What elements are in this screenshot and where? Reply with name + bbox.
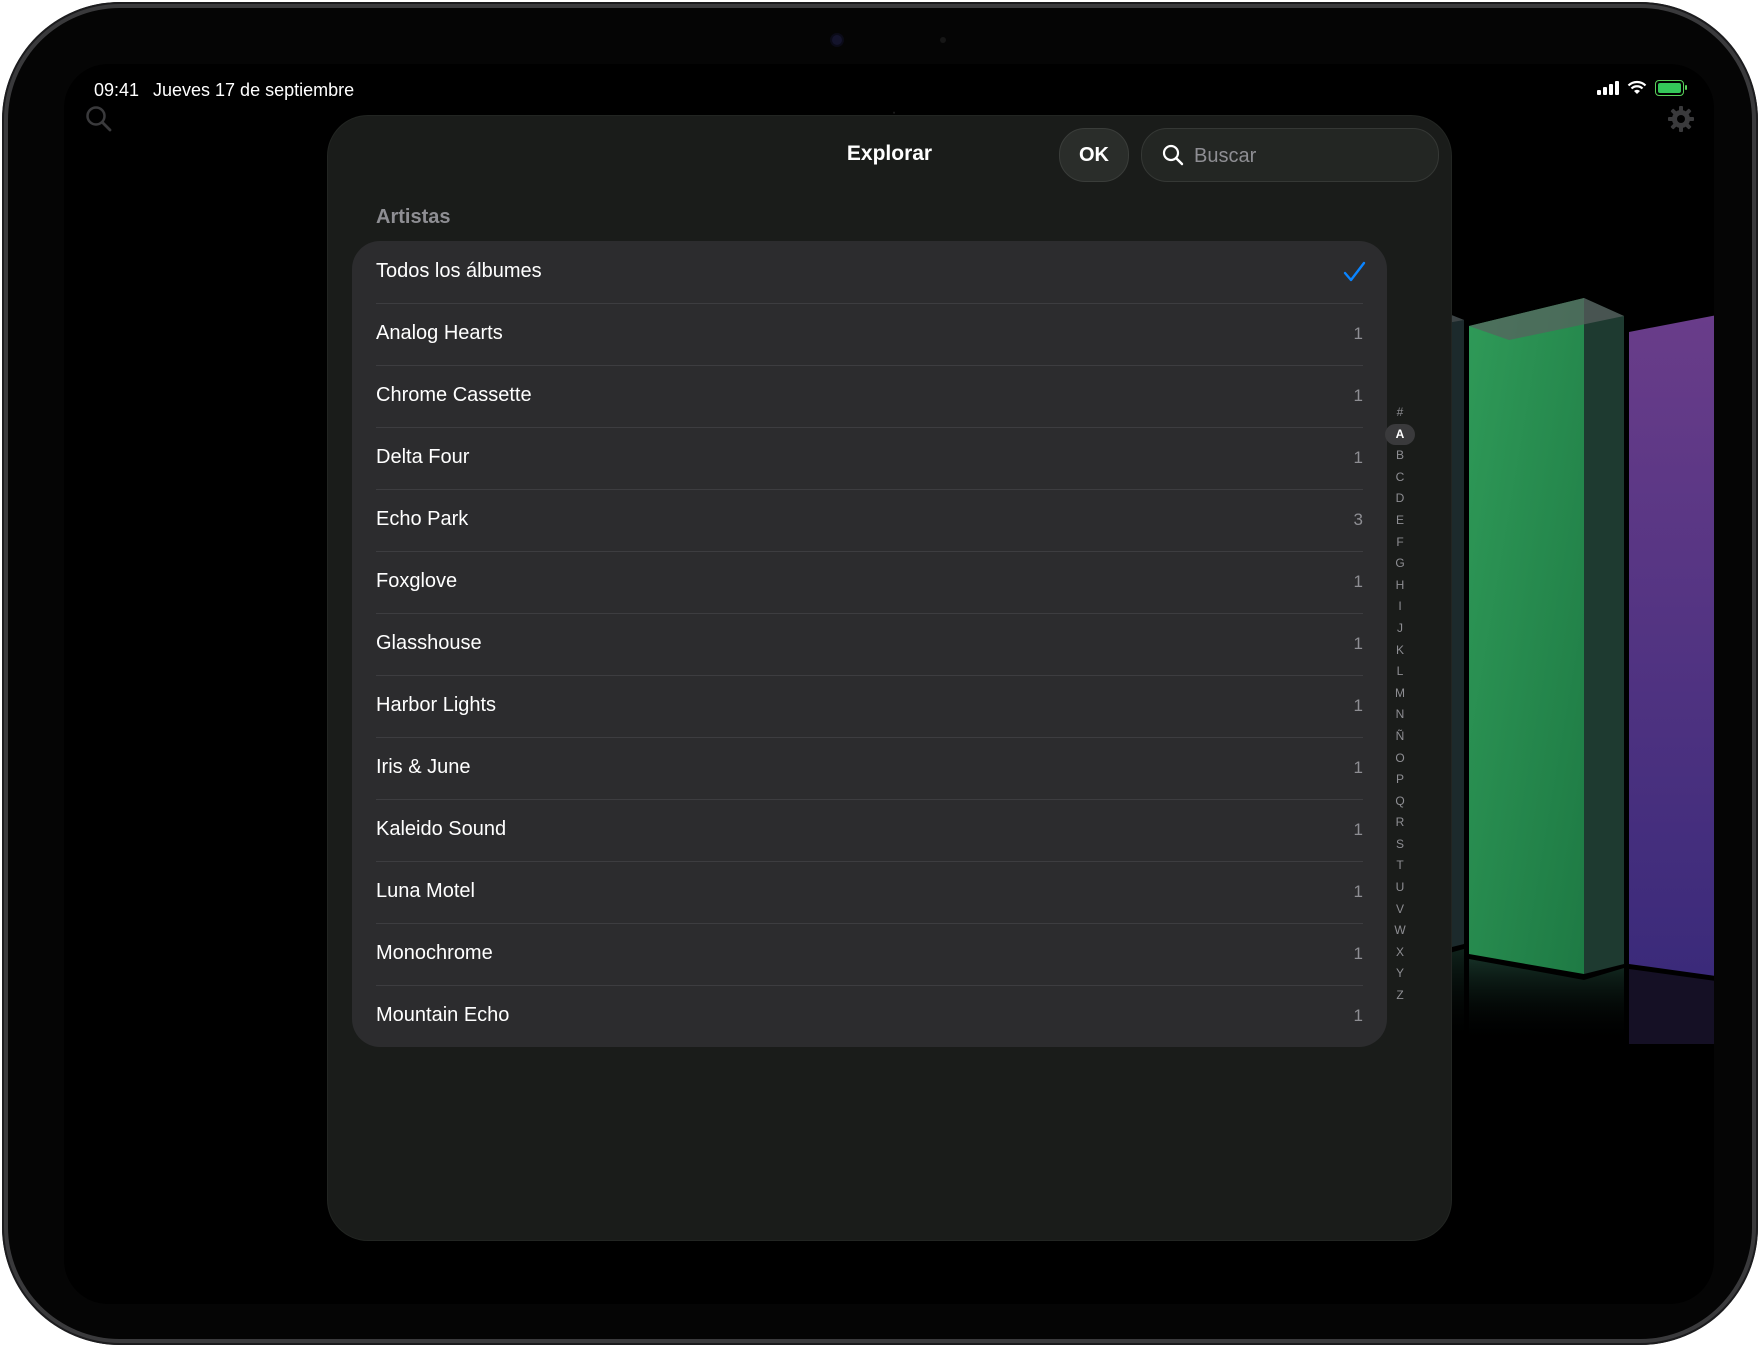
list-item[interactable]: Echo Park 3 [352,489,1387,551]
alphabet-index[interactable]: # A B C D E F G H I J K L M N Ñ O P Q R S T U V W X Y Z [1385,402,1415,1007]
index-letter[interactable]: K [1385,640,1415,662]
list-item-label: Kaleido Sound [376,818,507,840]
index-letter[interactable]: U [1385,877,1415,899]
index-letter[interactable]: # [1385,402,1415,424]
explore-sheet: Explorar OK Artistas Todos los álbumes [328,116,1451,1240]
index-letter[interactable]: A [1385,423,1415,446]
cellular-icon [1597,81,1619,95]
index-letter[interactable]: J [1385,618,1415,640]
gear-icon[interactable] [1666,104,1696,134]
list-item-count: 1 [1353,758,1363,777]
list-item[interactable]: Delta Four 1 [352,427,1387,489]
search-icon [1162,144,1184,166]
ipad-frame: 09:41 Jueves 17 de septiembre ▁▁▁ ▁▁▁▁▁ … [2,2,1758,1345]
list-item-count: 1 [1353,696,1363,715]
list-item-label: Chrome Cassette [376,384,532,406]
list-item-label: Monochrome [376,942,493,964]
list-item-label: Harbor Lights [376,694,497,716]
index-letter[interactable]: D [1385,488,1415,510]
list-item-all-albums[interactable]: Todos los álbumes [352,241,1387,303]
ok-button[interactable]: OK [1059,128,1129,182]
artist-list: Todos los álbumes Analog Hearts 1 Chrome… [352,241,1387,1047]
battery-icon [1655,80,1687,96]
index-letter[interactable]: X [1385,942,1415,964]
list-item[interactable]: Mountain Echo 1 [352,985,1387,1047]
list-item-label: Glasshouse [376,632,482,654]
screen: 09:41 Jueves 17 de septiembre ▁▁▁ ▁▁▁▁▁ … [64,64,1714,1304]
index-letter[interactable]: G [1385,553,1415,575]
index-letter[interactable]: M [1385,683,1415,705]
list-item-label: Delta Four [376,446,470,468]
list-item-count: 1 [1353,448,1363,467]
list-item[interactable]: Luna Motel 1 [352,861,1387,923]
index-letter[interactable]: H [1385,575,1415,597]
search-field[interactable] [1141,128,1439,182]
list-item-count: 1 [1353,1006,1363,1025]
list-item-label: Iris & June [376,756,471,778]
list-item[interactable]: Analog Hearts 1 [352,303,1387,365]
checkmark-icon [1343,261,1366,282]
list-item-count: 1 [1353,944,1363,963]
list-item-count: 1 [1353,386,1363,405]
index-letter[interactable]: R [1385,812,1415,834]
list-item-count: 1 [1353,634,1363,653]
front-camera [832,35,842,45]
index-letter[interactable]: P [1385,769,1415,791]
status-time: 09:41 [94,80,140,100]
list-item-count: 1 [1353,882,1363,901]
list-item-count: 1 [1353,324,1363,343]
list-item-count: 1 [1353,820,1363,839]
index-letter[interactable]: N [1385,704,1415,726]
index-letter[interactable]: O [1385,748,1415,770]
index-letter[interactable]: T [1385,855,1415,877]
index-letter[interactable]: Ñ [1385,726,1415,748]
index-letter[interactable]: E [1385,510,1415,532]
list-item[interactable]: Iris & June 1 [352,737,1387,799]
index-letter[interactable]: S [1385,834,1415,856]
list-item[interactable]: Harbor Lights 1 [352,675,1387,737]
list-item-count: 1 [1353,572,1363,591]
index-letter[interactable]: B [1385,445,1415,467]
index-letter[interactable]: F [1385,532,1415,554]
search-icon[interactable] [84,104,114,134]
index-letter[interactable]: W [1385,920,1415,942]
list-item[interactable]: Monochrome 1 [352,923,1387,985]
status-icons [1597,80,1687,96]
index-letter[interactable]: Y [1385,963,1415,985]
index-letter[interactable]: Z [1385,985,1415,1007]
list-item[interactable]: Kaleido Sound 1 [352,799,1387,861]
list-item-label: Foxglove [376,570,458,592]
list-item-count: 3 [1353,510,1363,529]
search-input[interactable] [1192,139,1426,173]
list-item[interactable]: Glasshouse 1 [352,613,1387,675]
index-letter[interactable]: C [1385,467,1415,489]
list-item-label: Luna Motel [376,880,475,902]
index-letter[interactable]: I [1385,596,1415,618]
wifi-icon [1627,80,1647,94]
section-header: Artistas [376,206,451,228]
list-item-label: Echo Park [376,508,469,530]
bezel: 09:41 Jueves 17 de septiembre ▁▁▁ ▁▁▁▁▁ … [8,8,1752,1339]
sensor [940,37,946,43]
list-item[interactable]: Chrome Cassette 1 [352,365,1387,427]
index-letter[interactable]: L [1385,661,1415,683]
list-item-label: Mountain Echo [376,1004,510,1026]
status-date: Jueves 17 de septiembre [153,80,355,100]
index-letter[interactable]: Q [1385,791,1415,813]
list-item-label: Analog Hearts [376,322,503,344]
list-item-label: Todos los álbumes [376,260,542,282]
index-letter[interactable]: V [1385,899,1415,921]
list-item[interactable]: Foxglove 1 [352,551,1387,613]
